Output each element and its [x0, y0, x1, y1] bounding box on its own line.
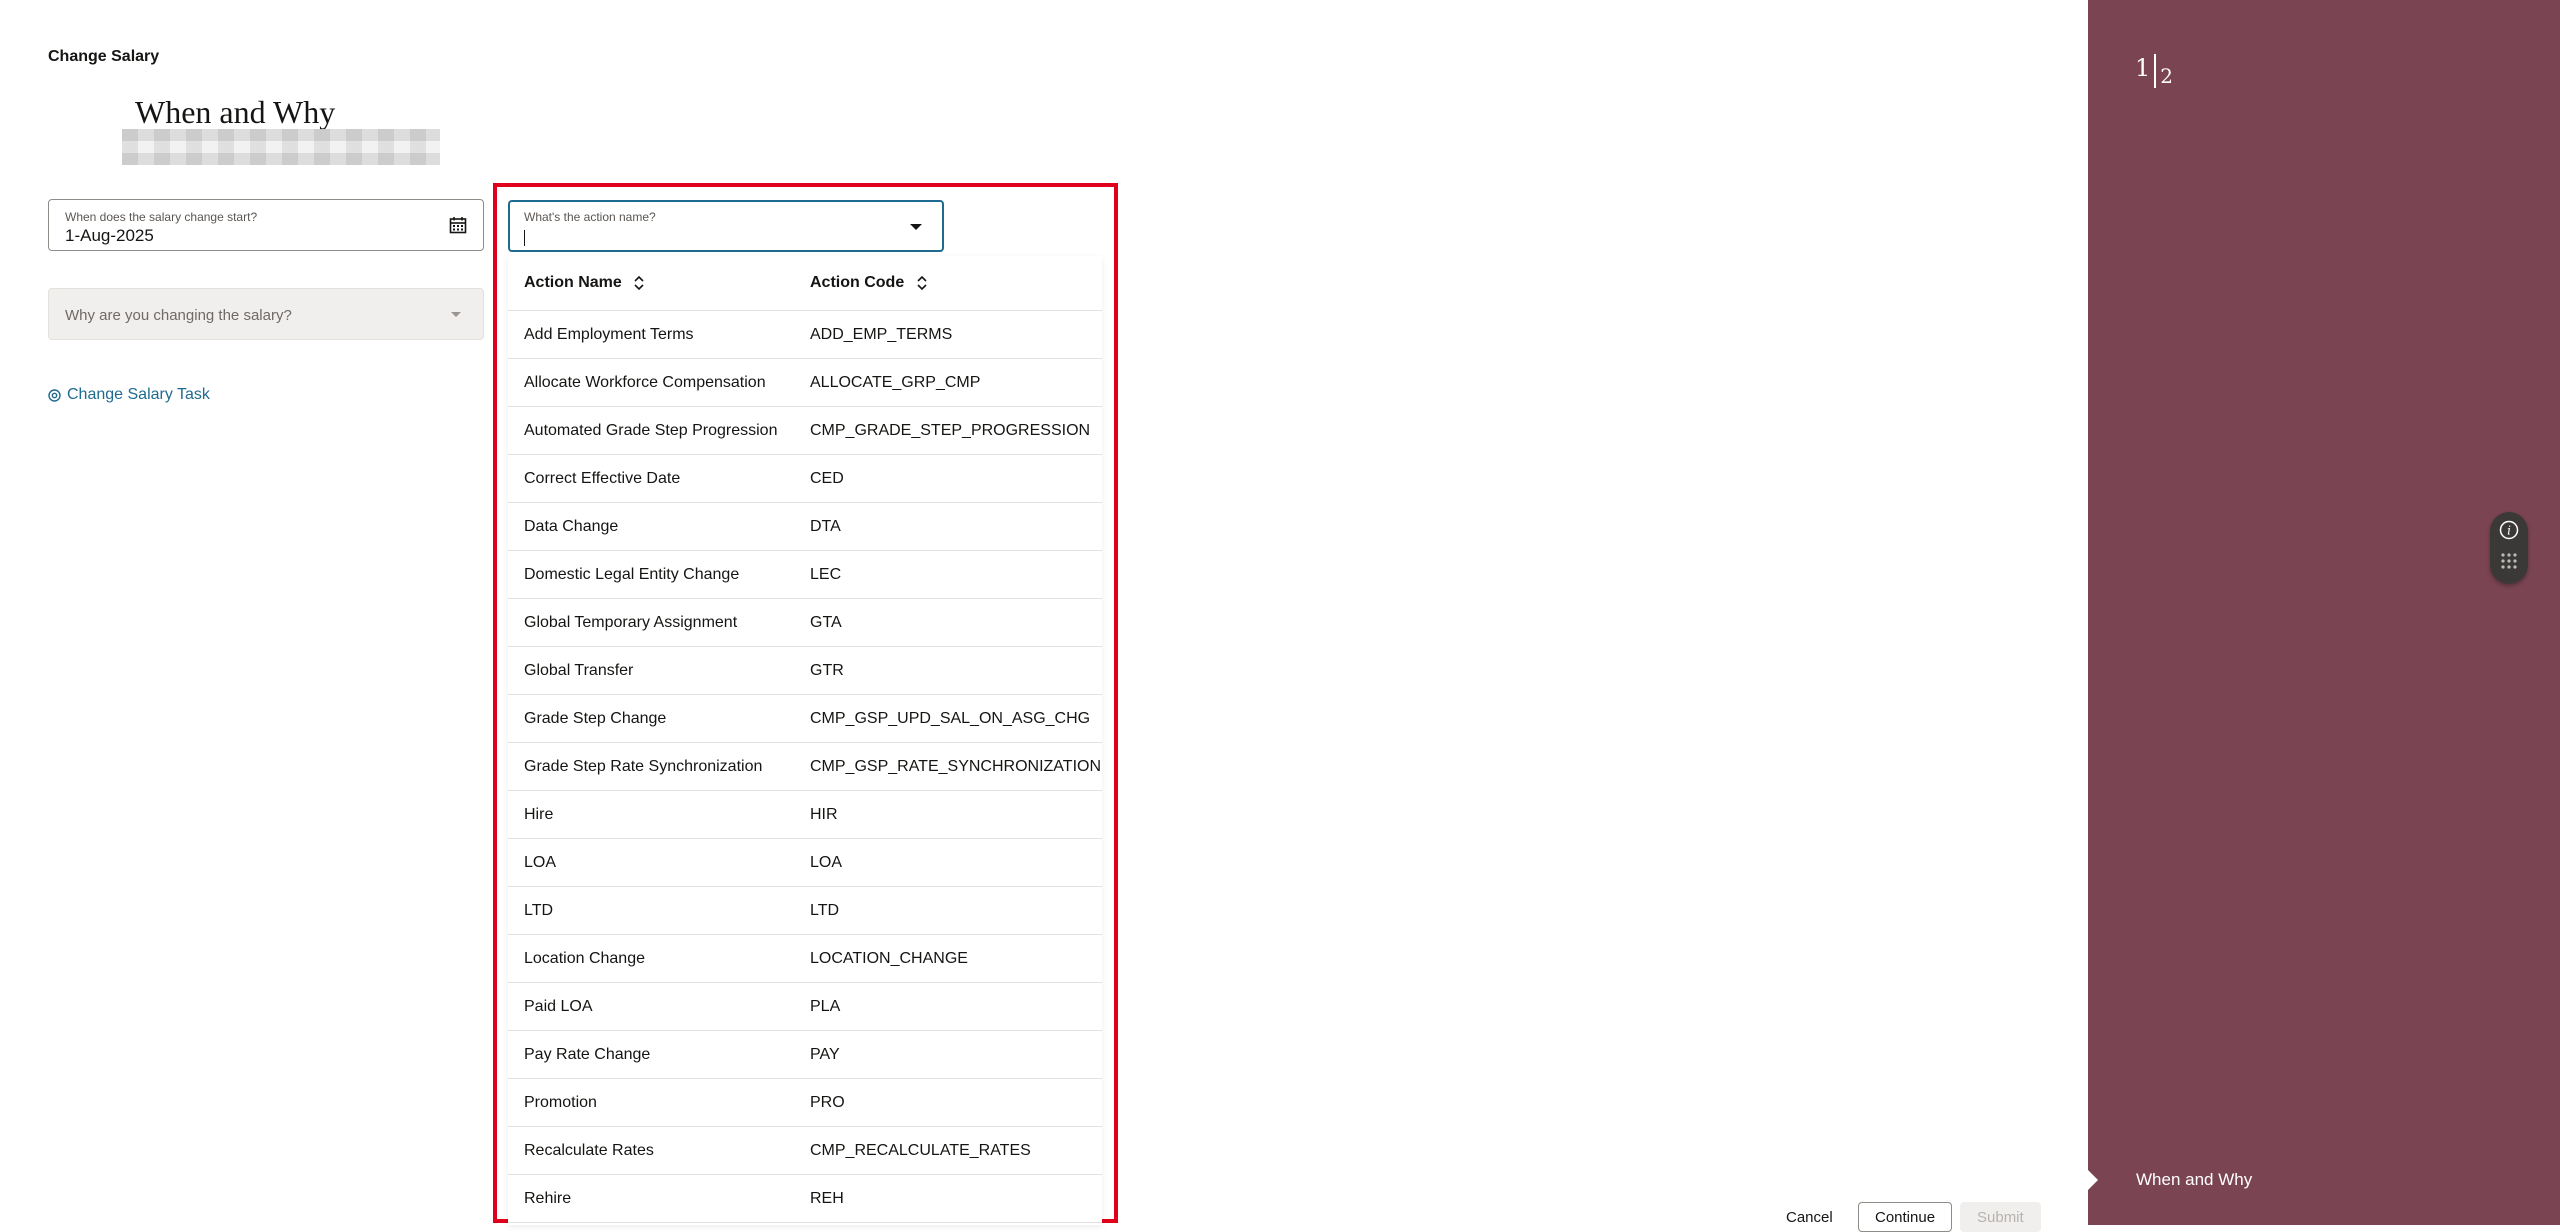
- action-code-cell[interactable]: LEC: [794, 550, 1102, 599]
- salary-start-date-value[interactable]: 1-Aug-2025: [65, 226, 154, 246]
- table-row[interactable]: Grade Step Rate Synchronization CMP_GSP_R…: [508, 742, 1102, 791]
- table-row[interactable]: Automated Grade Step Progression CMP_GRAD…: [508, 406, 1102, 455]
- column-header-action-name[interactable]: Action Name: [508, 256, 794, 311]
- table-row[interactable]: Pay Rate Change PAY: [508, 1030, 1102, 1079]
- table-row[interactable]: Recalculate Rates CMP_RECALCULATE_RATES: [508, 1126, 1102, 1175]
- action-name-cell[interactable]: Correct Effective Date: [508, 454, 794, 503]
- column-header-label: Action Code: [810, 274, 905, 291]
- svg-text:i: i: [2507, 524, 2511, 538]
- action-code-cell[interactable]: GTR: [794, 646, 1102, 695]
- progress-sidebar: 1 2 When and Why: [2088, 0, 2560, 1225]
- action-code-cell[interactable]: CMP_GSP_UPD_SAL_ON_ASG_CHG: [794, 694, 1102, 743]
- salary-start-date-label: When does the salary change start?: [65, 210, 258, 224]
- submit-button[interactable]: Submit: [1960, 1202, 2041, 1232]
- chevron-down-icon: [451, 312, 461, 317]
- action-name-cell[interactable]: Domestic Legal Entity Change: [508, 550, 794, 599]
- apps-grid-icon[interactable]: [2500, 552, 2518, 570]
- table-header-row: Action Name Action Code: [508, 256, 1102, 311]
- action-name-cell[interactable]: Pay Rate Change: [508, 1030, 794, 1079]
- action-code-cell[interactable]: PAY: [794, 1030, 1102, 1079]
- action-name-cell[interactable]: Grade Step Rate Synchronization: [508, 742, 794, 791]
- redacted-subtitle: [122, 129, 440, 165]
- change-salary-task-label: Change Salary Task: [67, 386, 210, 403]
- table-row[interactable]: LTD LTD: [508, 886, 1102, 935]
- salary-start-date-field[interactable]: When does the salary change start? 1-Aug…: [48, 199, 484, 251]
- table-row[interactable]: Paid LOA PLA: [508, 982, 1102, 1031]
- action-code-cell[interactable]: PLA: [794, 982, 1102, 1031]
- table-row[interactable]: Grade Step Change CMP_GSP_UPD_SAL_ON_ASG_…: [508, 694, 1102, 743]
- action-name-dropdown: Action Name Action Code Add Employment T…: [508, 256, 1102, 1225]
- action-name-cell[interactable]: Recalculate Rates: [508, 1126, 794, 1175]
- continue-button[interactable]: Continue: [1858, 1202, 1953, 1232]
- action-name-cell[interactable]: LOA: [508, 838, 794, 887]
- table-row[interactable]: Hire HIR: [508, 790, 1102, 839]
- step-divider: [2154, 54, 2157, 88]
- table-row[interactable]: Global Transfer GTR: [508, 646, 1102, 695]
- info-icon[interactable]: i: [2499, 520, 2519, 540]
- step-indicator: 1 2: [2135, 54, 2173, 88]
- table-row[interactable]: Global Temporary Assignment GTA: [508, 598, 1102, 647]
- calendar-icon[interactable]: [449, 216, 467, 234]
- action-name-cell[interactable]: Promotion: [508, 1078, 794, 1127]
- table-row[interactable]: Data Change DTA: [508, 502, 1102, 551]
- table-row[interactable]: Domestic Legal Entity Change LEC: [508, 550, 1102, 599]
- action-code-cell[interactable]: GTA: [794, 598, 1102, 647]
- sort-icon[interactable]: [634, 275, 644, 291]
- action-name-cell[interactable]: Location Change: [508, 934, 794, 983]
- floating-toolbar[interactable]: i: [2490, 512, 2528, 584]
- action-code-cell[interactable]: CMP_RECALCULATE_RATES: [794, 1126, 1102, 1175]
- action-name-cell[interactable]: Global Temporary Assignment: [508, 598, 794, 647]
- step-current: 1: [2135, 54, 2151, 82]
- table-row[interactable]: Location Change LOCATION_CHANGE: [508, 934, 1102, 983]
- action-name-cell[interactable]: Add Employment Terms: [508, 310, 794, 359]
- table-row[interactable]: Rehire REH: [508, 1174, 1102, 1223]
- action-name-cell[interactable]: Hire: [508, 790, 794, 839]
- action-code-cell[interactable]: ADD_EMP_TERMS: [794, 310, 1102, 359]
- table-row[interactable]: Promotion PRO: [508, 1078, 1102, 1127]
- action-name-cell[interactable]: Grade Step Change: [508, 694, 794, 743]
- action-name-cell[interactable]: Global Transfer: [508, 646, 794, 695]
- table-row[interactable]: Allocate Workforce Compensation ALLOCATE_…: [508, 358, 1102, 407]
- column-header-action-code[interactable]: Action Code: [794, 256, 1102, 311]
- page-title: When and Why: [135, 94, 336, 130]
- sort-icon[interactable]: [917, 275, 927, 291]
- action-name-cell[interactable]: Rehire: [508, 1174, 794, 1223]
- action-name-cell[interactable]: LTD: [508, 886, 794, 935]
- change-salary-task-link[interactable]: Change Salary Task: [48, 386, 210, 404]
- table-row[interactable]: Add Employment Terms ADD_EMP_TERMS: [508, 310, 1102, 359]
- action-code-cell[interactable]: PRO: [794, 1078, 1102, 1127]
- action-name-cell[interactable]: Data Change: [508, 502, 794, 551]
- table-row[interactable]: Correct Effective Date CED: [508, 454, 1102, 503]
- action-code-cell[interactable]: HIR: [794, 790, 1102, 839]
- action-name-cell[interactable]: Automated Grade Step Progression: [508, 406, 794, 455]
- action-name-cell[interactable]: Allocate Workforce Compensation: [508, 358, 794, 407]
- action-code-cell[interactable]: CED: [794, 454, 1102, 503]
- action-code-cell[interactable]: ALLOCATE_GRP_CMP: [794, 358, 1102, 407]
- sidebar-current-step[interactable]: When and Why: [2136, 1170, 2252, 1190]
- salary-change-reason-placeholder: Why are you changing the salary?: [65, 307, 292, 324]
- action-name-cell[interactable]: Paid LOA: [508, 982, 794, 1031]
- action-code-cell[interactable]: LTD: [794, 886, 1102, 935]
- column-header-label: Action Name: [524, 274, 622, 291]
- action-code-cell[interactable]: CMP_GRADE_STEP_PROGRESSION: [794, 406, 1102, 455]
- salary-change-reason-select[interactable]: Why are you changing the salary?: [48, 288, 484, 340]
- page-label: Change Salary: [48, 48, 160, 65]
- task-icon: [48, 388, 61, 402]
- action-code-cell[interactable]: DTA: [794, 502, 1102, 551]
- action-name-label: What's the action name?: [524, 210, 656, 224]
- text-cursor: [524, 230, 525, 246]
- action-code-cell[interactable]: REH: [794, 1174, 1102, 1223]
- chevron-down-icon[interactable]: [910, 224, 922, 230]
- action-name-combobox[interactable]: What's the action name?: [508, 200, 944, 252]
- table-row[interactable]: LOA LOA: [508, 838, 1102, 887]
- action-code-cell[interactable]: LOA: [794, 838, 1102, 887]
- action-table: Action Name Action Code Add Employment T…: [508, 256, 1102, 1223]
- step-total: 2: [2160, 64, 2174, 88]
- current-step-pointer: [2088, 1170, 2098, 1190]
- action-code-cell[interactable]: LOCATION_CHANGE: [794, 934, 1102, 983]
- cancel-button[interactable]: Cancel: [1770, 1202, 1849, 1232]
- action-code-cell[interactable]: CMP_GSP_RATE_SYNCHRONIZATION: [794, 742, 1102, 791]
